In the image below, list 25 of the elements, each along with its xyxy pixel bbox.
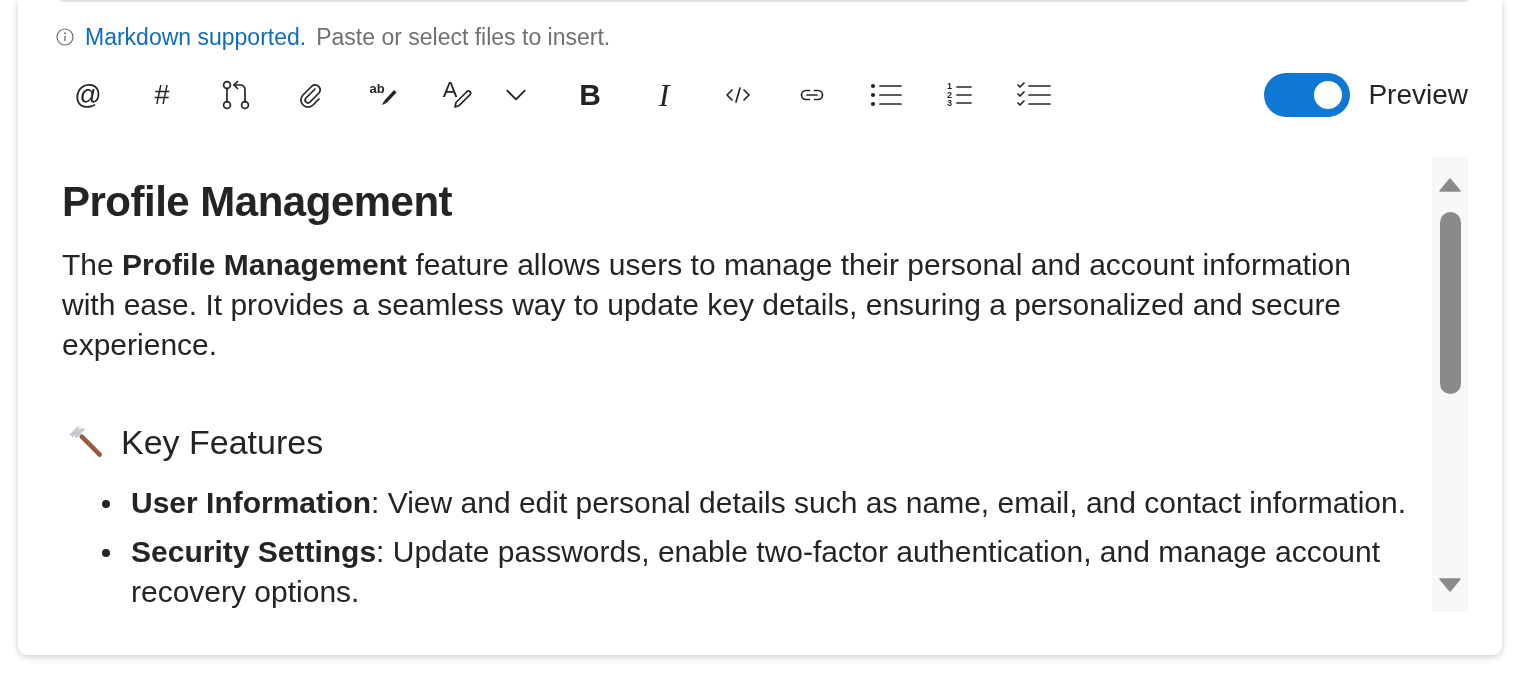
text-format-button[interactable]: A [436, 73, 480, 117]
mention-button[interactable]: @ [66, 73, 110, 117]
bullet-icon [102, 549, 110, 557]
section-heading: Key Features [121, 422, 324, 463]
checklist-icon [1016, 81, 1052, 109]
lines-icon [955, 84, 973, 106]
scroll-up-icon[interactable] [1439, 178, 1461, 192]
bold-button[interactable]: B [568, 73, 612, 117]
intro-paragraph: The Profile Management feature allows users to manage their personal and account information with ease. It provides a seamless way to update key details, ensuring a personalized and secure experience. [62, 247, 1352, 363]
numbered-list-button[interactable]: 123 [938, 73, 982, 117]
info-icon [56, 28, 74, 46]
markdown-link[interactable]: Markdown supported. [85, 23, 307, 51]
toggle-label: Preview [1368, 79, 1468, 111]
scroll-down-icon[interactable] [1439, 578, 1461, 592]
feature-item: Security Settings: Update passwords, enable two-factor authentication, and manage account recovery options. [131, 534, 1382, 610]
scrollbar-thumb[interactable] [1439, 212, 1461, 394]
hashtag-button[interactable]: # [140, 73, 184, 117]
bulleted-list-icon [869, 81, 903, 109]
spellcheck-button[interactable]: ab [362, 73, 406, 117]
preview-toggle[interactable] [1264, 73, 1351, 117]
hint-text: Paste or select files to insert. [316, 23, 611, 51]
bullet-icon [102, 500, 110, 508]
document-heading: Profile Management [62, 178, 454, 226]
italic-button[interactable]: I [642, 73, 686, 117]
feature-item: User Information: View and edit personal details such as name, email, and contact information. [131, 485, 1407, 521]
